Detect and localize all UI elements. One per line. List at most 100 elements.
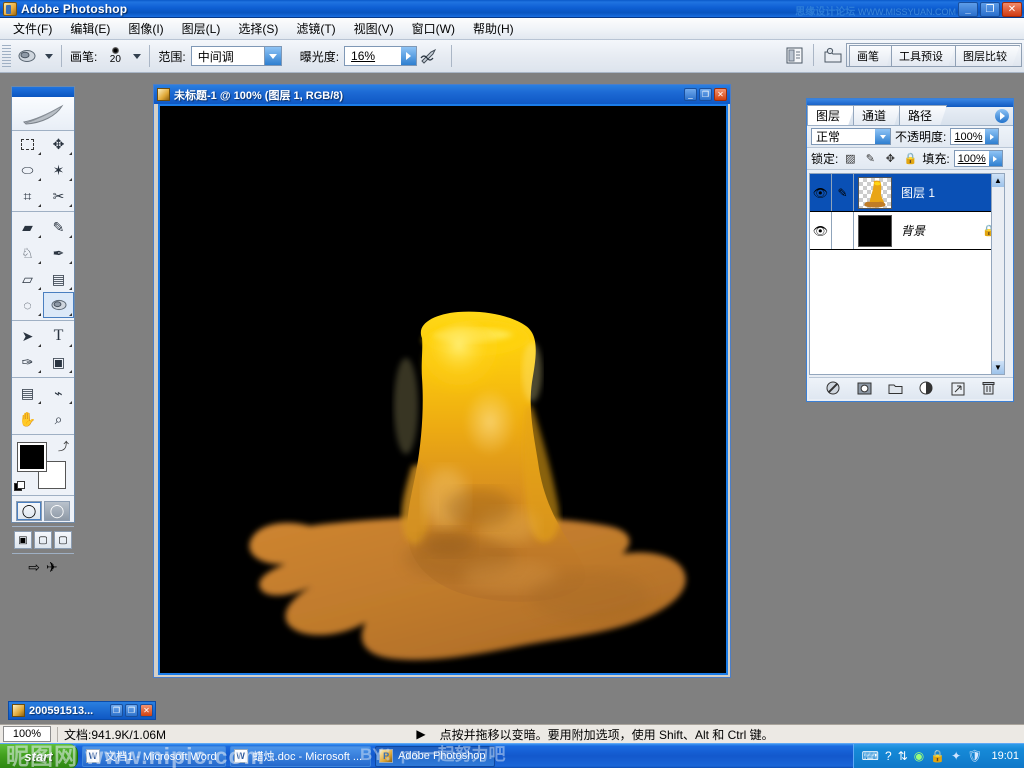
menu-image[interactable]: 图像(I) bbox=[119, 18, 172, 39]
swap-colors-icon[interactable]: ⤴ bbox=[58, 438, 69, 454]
layer-thumbnail[interactable] bbox=[858, 176, 892, 209]
quickmask-mode-icon[interactable]: ◯ bbox=[44, 501, 70, 521]
layer-row-2[interactable]: 👁 背景 🔒 bbox=[810, 212, 1004, 250]
document-title-bar[interactable]: 未标题-1 @ 100% (图层 1, RGB/8) _ ❐ ✕ bbox=[154, 85, 730, 104]
move-tool-icon[interactable]: ✥ bbox=[43, 131, 74, 157]
document-maximize-button[interactable]: ❐ bbox=[699, 88, 712, 101]
layer-name[interactable]: 背景 bbox=[901, 222, 925, 239]
burn-tool-icon[interactable] bbox=[14, 44, 40, 68]
status-expand-icon[interactable]: ▶ bbox=[416, 727, 425, 741]
well-tab-layer-comps[interactable]: 图层比较 bbox=[955, 45, 1020, 66]
eraser-tool-icon[interactable]: ▱ bbox=[12, 266, 43, 292]
tab-channels[interactable]: 通道 bbox=[853, 105, 902, 125]
menu-filter[interactable]: 滤镜(T) bbox=[287, 18, 344, 39]
layer-brush-icon[interactable]: ✎ bbox=[832, 174, 854, 211]
clock[interactable]: 19:01 bbox=[991, 750, 1019, 762]
green-arrow-icon[interactable]: ◉ bbox=[914, 749, 924, 763]
adjustment-layer-icon[interactable] bbox=[918, 381, 935, 397]
layer-visibility-icon[interactable]: 👁 bbox=[810, 174, 832, 211]
shape-tool-icon[interactable]: ▣ bbox=[43, 349, 74, 375]
lock-transparency-icon[interactable]: ▨ bbox=[842, 151, 858, 167]
menu-select[interactable]: 选择(S) bbox=[229, 18, 287, 39]
blend-mode-select[interactable]: 正常 bbox=[811, 128, 891, 145]
lock-all-icon[interactable]: 🔒 bbox=[902, 151, 918, 167]
document-size-info[interactable]: 文档:941.9K/1.06M bbox=[64, 726, 166, 743]
taskbar-item-photoshop[interactable]: P Adobe Photoshop bbox=[375, 745, 495, 767]
brush-tool-icon[interactable]: ✎ bbox=[43, 214, 74, 240]
restore-button[interactable]: ❐ bbox=[980, 2, 1000, 17]
fill-input[interactable]: 100% bbox=[953, 150, 1003, 167]
opacity-input[interactable]: 100% bbox=[950, 128, 1000, 145]
marquee-tool-icon[interactable] bbox=[12, 131, 43, 157]
foreground-color-swatch[interactable] bbox=[18, 443, 46, 471]
menu-edit[interactable]: 编辑(E) bbox=[61, 18, 119, 39]
chevron-down-icon[interactable] bbox=[875, 129, 890, 144]
crop-tool-icon[interactable]: ⌗ bbox=[12, 183, 43, 209]
shield-icon[interactable]: 🛡 bbox=[967, 749, 982, 763]
lock-image-icon[interactable]: ✎ bbox=[862, 151, 878, 167]
new-layer-icon[interactable] bbox=[949, 381, 966, 397]
well-tab-tool-presets[interactable]: 工具预设 bbox=[891, 45, 956, 66]
layer-thumbnail[interactable] bbox=[858, 214, 892, 247]
menu-file[interactable]: 文件(F) bbox=[4, 18, 61, 39]
standard-mode-icon[interactable]: ◯ bbox=[16, 501, 42, 521]
history-brush-tool-icon[interactable]: ✒ bbox=[43, 240, 74, 266]
minimize-button[interactable]: _ bbox=[958, 2, 978, 17]
minidoc-maximize-button[interactable]: ❐ bbox=[125, 704, 138, 717]
scroll-up-icon[interactable]: ▲ bbox=[992, 174, 1004, 187]
pen-tool-icon[interactable]: ✑ bbox=[12, 349, 43, 375]
tab-paths[interactable]: 路径 bbox=[899, 105, 948, 125]
layer-visibility-icon[interactable]: 👁 bbox=[810, 212, 832, 249]
security-icon[interactable]: 🔒 bbox=[930, 749, 945, 763]
help-icon[interactable]: ? bbox=[885, 749, 892, 763]
palette-well-icon[interactable] bbox=[820, 43, 846, 67]
fullscreen-menubar-icon[interactable]: ▢ bbox=[34, 531, 52, 549]
network-icon[interactable]: ⇅ bbox=[898, 749, 908, 763]
scroll-down-icon[interactable]: ▼ bbox=[992, 361, 1004, 374]
jump-to-imageready-icon[interactable]: ⇨ bbox=[28, 559, 40, 576]
chevron-down-icon[interactable] bbox=[263, 47, 281, 65]
menu-help[interactable]: 帮助(H) bbox=[464, 18, 523, 39]
layer-mask-icon[interactable] bbox=[856, 381, 873, 397]
hand-tool-icon[interactable]: ✋ bbox=[12, 406, 43, 432]
layer-link-cell[interactable] bbox=[832, 212, 854, 249]
gradient-tool-icon[interactable]: ▤ bbox=[43, 266, 74, 292]
layer-row-1[interactable]: 👁 ✎ 图层 1 bbox=[810, 174, 1004, 212]
toolbox-drag-handle[interactable] bbox=[12, 87, 74, 97]
clone-stamp-tool-icon[interactable]: ♘ bbox=[12, 240, 43, 266]
notes-tool-icon[interactable]: ▤ bbox=[12, 380, 43, 406]
slice-tool-icon[interactable]: ✂ bbox=[43, 183, 74, 209]
airbrush-icon[interactable] bbox=[417, 45, 443, 67]
exposure-input[interactable]: 16% bbox=[344, 46, 418, 66]
tab-layers[interactable]: 图层 bbox=[807, 105, 856, 125]
layer-list-scrollbar[interactable]: ▲ ▼ bbox=[991, 174, 1004, 374]
new-group-icon[interactable] bbox=[887, 381, 904, 397]
zoom-tool-icon[interactable]: ⌕ bbox=[43, 406, 74, 432]
path-selection-tool-icon[interactable]: ➤ bbox=[12, 323, 43, 349]
close-button[interactable]: ✕ bbox=[1002, 2, 1022, 17]
eyedropper-tool-icon[interactable]: ⌁ bbox=[43, 380, 74, 406]
minidoc-close-button[interactable]: ✕ bbox=[140, 704, 153, 717]
messenger-icon[interactable]: ✦ bbox=[951, 749, 961, 763]
keyboard-ime-icon[interactable]: ⌨ bbox=[862, 749, 879, 763]
layer-name[interactable]: 图层 1 bbox=[901, 184, 935, 201]
layer-style-icon[interactable] bbox=[825, 381, 842, 397]
burn-tool-icon[interactable] bbox=[43, 292, 74, 318]
image-canvas[interactable] bbox=[160, 106, 726, 673]
fill-slider-arrow[interactable] bbox=[988, 151, 1002, 166]
exposure-slider-arrow[interactable] bbox=[401, 47, 417, 65]
fullscreen-icon[interactable]: ▢ bbox=[54, 531, 72, 549]
options-bar-grip[interactable] bbox=[2, 43, 11, 69]
file-browser-icon[interactable] bbox=[781, 43, 807, 67]
minimized-document-window[interactable]: 200591513... ❐ ❐ ✕ bbox=[8, 701, 156, 720]
standard-screen-icon[interactable]: ▣ bbox=[14, 531, 32, 549]
delete-layer-icon[interactable] bbox=[980, 381, 997, 397]
start-button[interactable]: start bbox=[0, 743, 78, 768]
default-colors-icon[interactable] bbox=[14, 481, 25, 491]
magic-wand-tool-icon[interactable]: ✶ bbox=[43, 157, 74, 183]
blur-tool-icon[interactable]: ◌ bbox=[12, 292, 43, 318]
lasso-tool-icon[interactable]: ⬭ bbox=[12, 157, 43, 183]
type-tool-icon[interactable]: T bbox=[43, 323, 74, 349]
palette-menu-icon[interactable] bbox=[995, 109, 1009, 123]
zoom-level-input[interactable]: 100% bbox=[3, 726, 51, 742]
